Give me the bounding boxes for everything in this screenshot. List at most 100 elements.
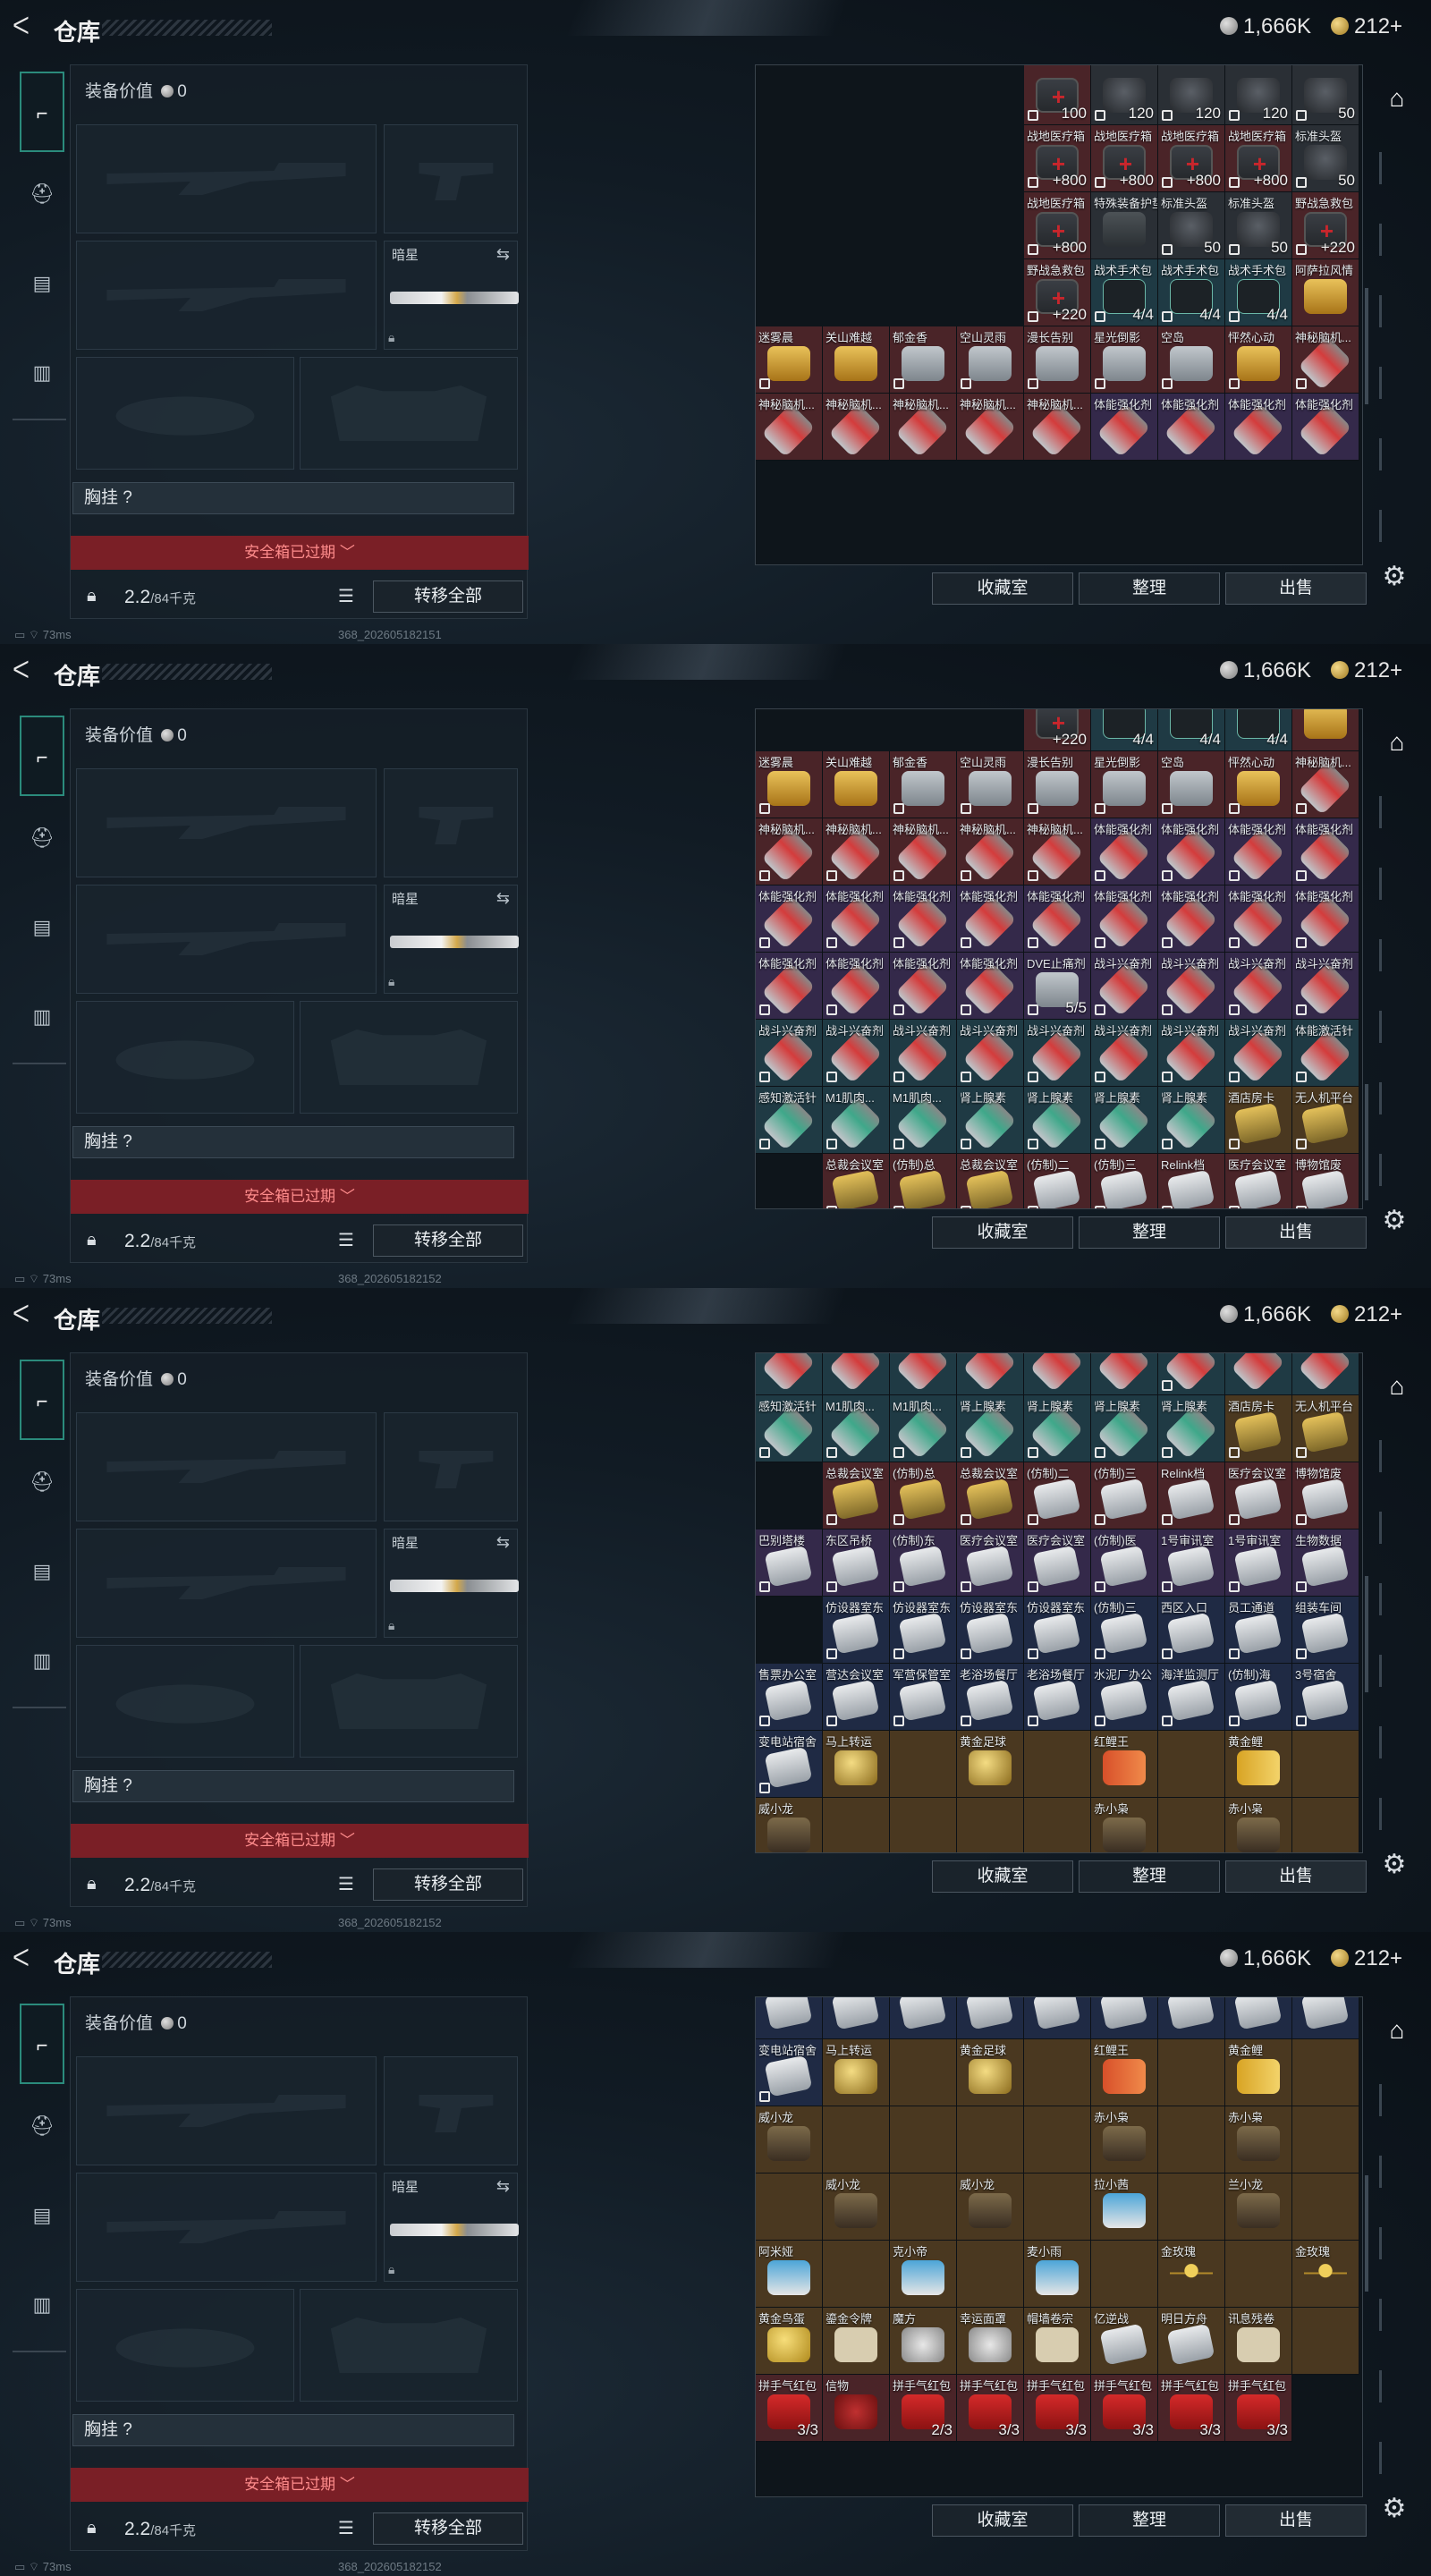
storage-item[interactable]: 关山难越 — [823, 326, 890, 394]
storage-item[interactable]: 战地医疗箱 +800 — [1158, 125, 1225, 192]
storage-item[interactable] — [1158, 2039, 1225, 2106]
storage-item[interactable]: (仿制)二 — [1024, 1154, 1091, 1208]
storage-item[interactable]: 体能强化剂 — [1158, 818, 1225, 886]
storage-item[interactable]: (仿制)二 — [1024, 1462, 1091, 1530]
storage-item[interactable]: 阿米娅 — [756, 2241, 823, 2308]
storage-item[interactable] — [1292, 2039, 1359, 2106]
safebox-expired-banner[interactable]: 安全箱已过期 ﹀ — [71, 1180, 529, 1214]
storage-tab-3[interactable] — [1379, 1583, 1415, 1615]
armor-slot[interactable] — [300, 1645, 518, 1758]
storage-item[interactable] — [1024, 1353, 1091, 1395]
storage-item[interactable]: 战术手术包 4/4 — [1091, 259, 1158, 326]
storage-item[interactable]: 特殊装备护垫 — [1091, 192, 1158, 259]
storage-item[interactable] — [890, 1997, 957, 2039]
armor-slot[interactable] — [300, 1001, 518, 1114]
storage-item[interactable] — [1024, 1798, 1091, 1852]
storage-item[interactable]: 拼手气红包 3/3 — [957, 2375, 1024, 2442]
storage-item[interactable]: 威小龙 — [957, 2174, 1024, 2241]
armor-slot[interactable] — [300, 357, 518, 470]
storage-item[interactable]: 神秘脑机... — [1024, 394, 1091, 461]
gold-balance[interactable]: 212+ — [1331, 1946, 1402, 1971]
sell-button[interactable]: 出售 — [1225, 2504, 1367, 2537]
nav-helmet-tab[interactable]: ⛑ — [20, 2104, 64, 2148]
storage-item[interactable] — [1292, 1353, 1359, 1395]
storage-item[interactable]: 员工通道 — [1225, 1597, 1292, 1664]
storage-item[interactable]: 麦小雨 — [1024, 2241, 1091, 2308]
storage-item[interactable]: 拼手气红包 3/3 — [1225, 2375, 1292, 2442]
storage-item[interactable]: (仿制)三 — [1091, 1154, 1158, 1208]
favorites-button[interactable]: 收藏室 — [932, 1216, 1073, 1249]
storage-item[interactable] — [1292, 1798, 1359, 1852]
storage-item[interactable]: 战斗兴奋剂 — [957, 1020, 1024, 1087]
storage-tab-1[interactable] — [1379, 796, 1415, 828]
storage-item[interactable] — [890, 1731, 957, 1798]
storage-item[interactable]: 肾上腺素 — [1024, 1087, 1091, 1154]
storage-item[interactable]: 马上转运 — [823, 2039, 890, 2106]
chest-rig-slot[interactable]: 胸挂 ? — [72, 482, 514, 514]
storage-item[interactable]: 黄金鲤 — [1225, 1731, 1292, 1798]
chest-rig-slot[interactable]: 胸挂 ? — [72, 1126, 514, 1158]
gold-balance[interactable]: 212+ — [1331, 14, 1402, 39]
storage-tab-4[interactable] — [1379, 1011, 1415, 1043]
storage-item[interactable] — [1292, 2174, 1359, 2241]
storage-item[interactable]: 肾上腺素 — [957, 1087, 1024, 1154]
nav-helmet-tab[interactable]: ⛑ — [20, 1460, 64, 1504]
storage-item[interactable]: 肾上腺素 — [1091, 1395, 1158, 1462]
storage-item[interactable]: 战斗兴奋剂 — [1158, 953, 1225, 1020]
nav-backpack-tab[interactable]: ▥ — [20, 1639, 64, 1683]
storage-item[interactable]: 博物馆废 — [1292, 1154, 1359, 1208]
back-icon[interactable]: ᐸ — [13, 657, 39, 683]
storage-item[interactable]: 体能强化剂 — [890, 953, 957, 1020]
storage-tab-5[interactable] — [1379, 438, 1415, 470]
storage-item[interactable]: +220 — [1024, 709, 1091, 751]
storage-item[interactable]: 神秘脑机... — [756, 394, 823, 461]
storage-tab-2[interactable] — [1379, 2156, 1415, 2188]
nav-weapons-tab[interactable]: ⌐ — [20, 716, 64, 796]
storage-item[interactable]: 空山灵雨 — [957, 751, 1024, 818]
storage-item[interactable]: 肾上腺素 — [1158, 1395, 1225, 1462]
transfer-all-button[interactable]: 转移全部 — [373, 1224, 523, 1257]
list-icon[interactable]: ☰ — [335, 586, 357, 607]
storage-item[interactable]: 酒店房卡 — [1225, 1395, 1292, 1462]
storage-item[interactable]: 肾上腺素 — [1024, 1395, 1091, 1462]
favorites-button[interactable]: 收藏室 — [932, 1860, 1073, 1893]
storage-item[interactable]: 1号审讯室 — [1225, 1530, 1292, 1597]
storage-item[interactable]: 西区入口 — [1158, 1597, 1225, 1664]
storage-item[interactable]: 鎏金令牌 — [823, 2308, 890, 2375]
storage-item[interactable]: 黄金足球 — [957, 2039, 1024, 2106]
storage-item[interactable]: 变电站宿舍 — [756, 1731, 823, 1798]
storage-item[interactable] — [1292, 2106, 1359, 2174]
storage-item[interactable]: 4/4 — [1158, 709, 1225, 751]
storage-item[interactable]: 体能强化剂 — [1225, 818, 1292, 886]
nav-weapons-tab[interactable]: ⌐ — [20, 72, 64, 152]
storage-item[interactable] — [756, 1353, 823, 1395]
storage-item[interactable]: 无人机平台 — [1292, 1087, 1359, 1154]
storage-item[interactable] — [1225, 2241, 1292, 2308]
storage-item[interactable] — [1292, 1731, 1359, 1798]
storage-item[interactable]: 战地医疗箱 +800 — [1091, 125, 1158, 192]
storage-tab-4[interactable] — [1379, 367, 1415, 399]
storage-item[interactable]: 体能强化剂 — [823, 953, 890, 1020]
storage-item[interactable]: 神秘脑机... — [823, 394, 890, 461]
storage-item[interactable]: 威小龙 — [823, 2174, 890, 2241]
storage-item[interactable] — [1091, 2241, 1158, 2308]
storage-item[interactable] — [890, 1798, 957, 1852]
primary-weapon-slot[interactable] — [76, 2056, 377, 2165]
storage-item[interactable]: (仿制)海 — [1225, 1664, 1292, 1731]
warehouse-icon[interactable]: ⌂ — [1379, 724, 1415, 760]
storage-item[interactable] — [1292, 2308, 1359, 2375]
storage-item[interactable]: (仿制)总 — [890, 1462, 957, 1530]
storage-item[interactable]: (仿制)医 — [1091, 1530, 1158, 1597]
storage-item[interactable]: 4/4 — [1225, 709, 1292, 751]
melee-slot[interactable]: 暗星 ⇆ 🔒︎ — [384, 1529, 519, 1638]
storage-item[interactable]: 帽墙卷宗 — [1024, 2308, 1091, 2375]
storage-item[interactable]: 酒店房卡 — [1225, 1087, 1292, 1154]
storage-item[interactable] — [1024, 1997, 1091, 2039]
melee-slot[interactable]: 暗星 ⇆ 🔒︎ — [384, 241, 519, 350]
storage-item[interactable]: 总裁会议室 — [823, 1154, 890, 1208]
storage-item[interactable]: 1号审讯室 — [1158, 1530, 1225, 1597]
storage-item[interactable] — [1091, 1353, 1158, 1395]
helmet-slot[interactable] — [76, 1001, 294, 1114]
gold-balance[interactable]: 212+ — [1331, 658, 1402, 683]
transfer-all-button[interactable]: 转移全部 — [373, 580, 523, 613]
